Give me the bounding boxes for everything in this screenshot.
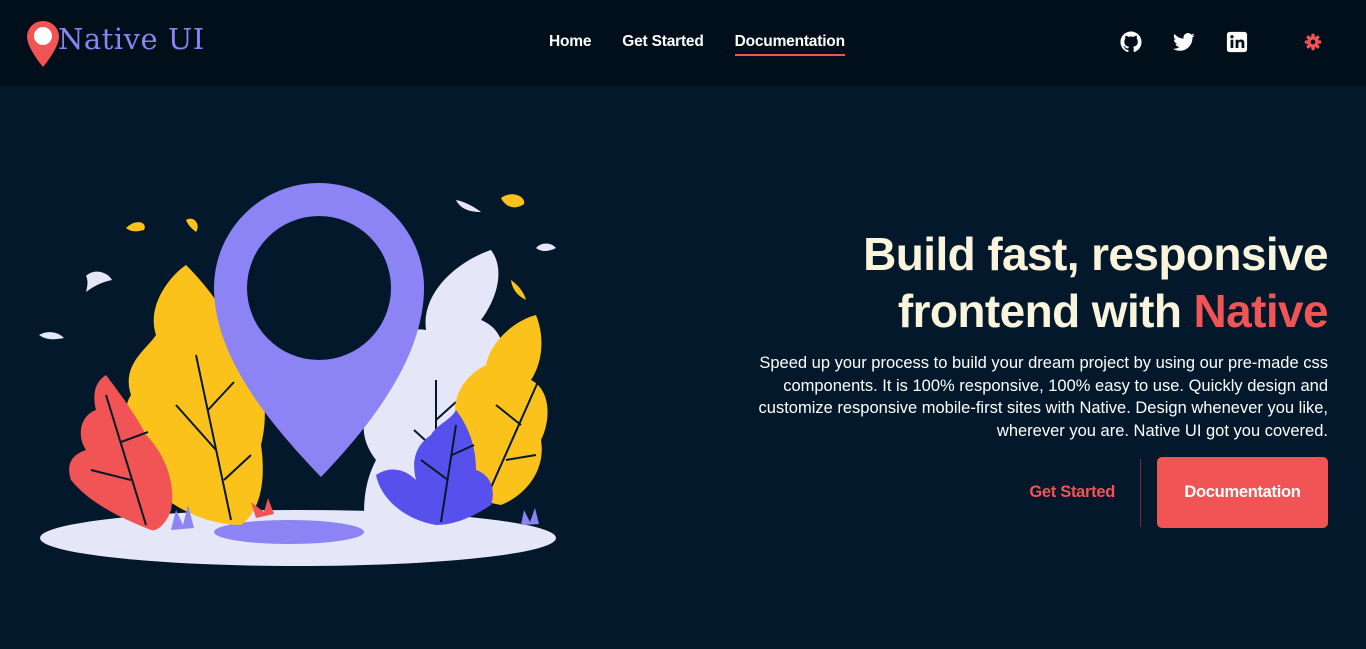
hero-title: Build fast, responsive frontend with Nat… (688, 226, 1328, 340)
hero-illustration (39, 183, 556, 566)
hero-title-line2: frontend with (897, 285, 1194, 337)
hero-title-line1: Build fast, responsive (863, 228, 1328, 280)
social-links (1120, 31, 1324, 53)
get-started-button[interactable]: Get Started (1029, 483, 1115, 502)
documentation-button[interactable]: Documentation (1157, 457, 1328, 528)
settings-gear-icon[interactable] (1302, 31, 1324, 53)
primary-nav: Home Get Started Documentation (549, 33, 845, 56)
hero-title-accent: Native (1193, 285, 1329, 337)
hero-description: Speed up your process to build your drea… (758, 354, 1328, 440)
brand-logo[interactable]: Native UI (26, 20, 205, 68)
github-icon[interactable] (1120, 31, 1142, 53)
map-pin-icon (27, 21, 59, 67)
twitter-icon[interactable] (1173, 31, 1195, 53)
hero-actions: Get Started Documentation (1029, 457, 1328, 528)
cta-divider (1140, 458, 1141, 527)
nav-link-documentation[interactable]: Documentation (734, 33, 845, 56)
navbar: Native UI Home Get Started Documentation (0, 0, 1366, 86)
nav-link-home[interactable]: Home (549, 33, 591, 56)
brand-name: Native UI (58, 22, 205, 56)
nav-link-get-started[interactable]: Get Started (622, 33, 704, 56)
hero-content: Build fast, responsive frontend with Nat… (688, 226, 1329, 442)
linkedin-icon[interactable] (1226, 31, 1248, 53)
